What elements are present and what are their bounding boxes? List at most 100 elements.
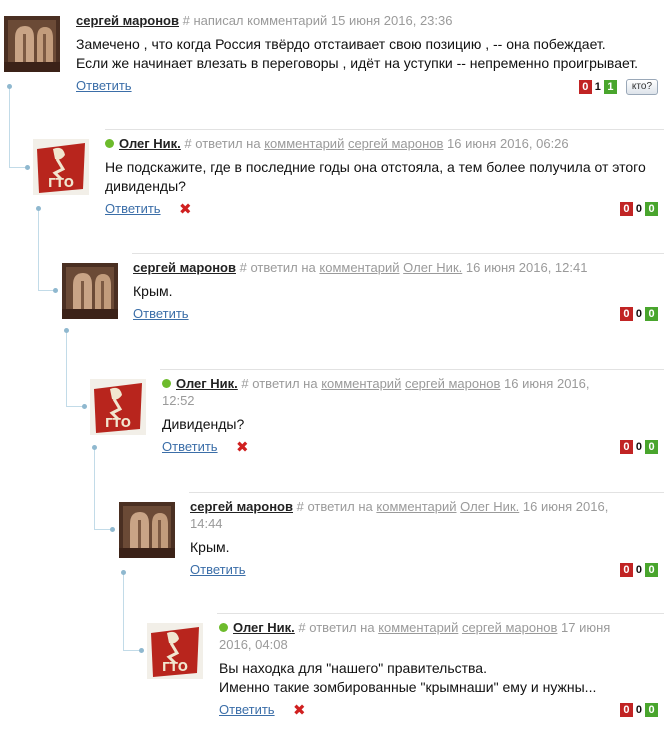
reply-link[interactable]: Ответить <box>219 702 275 717</box>
reply-link[interactable]: Ответить <box>105 201 161 216</box>
author-link[interactable]: Олег Ник. <box>233 620 295 635</box>
comment: ГТО Олег Ник. # ответил на комментарий с… <box>147 613 664 733</box>
vote-minus-button[interactable]: 0 <box>619 307 633 321</box>
avatar[interactable] <box>62 263 118 319</box>
permalink[interactable]: # <box>297 499 304 514</box>
parent-comment-link[interactable]: комментарий <box>264 136 344 151</box>
divider <box>160 369 664 370</box>
vote-count: 0 <box>635 441 642 453</box>
comment-text-line: Дивиденды? <box>162 416 245 432</box>
vote-minus-button[interactable]: 0 <box>619 202 633 216</box>
avatar[interactable]: ГТО <box>90 379 146 435</box>
comment-text-line: дивиденды? <box>105 178 186 194</box>
parent-comment-link[interactable]: комментарий <box>378 620 458 635</box>
comment-text: Дивиденды? <box>162 415 658 434</box>
comment-header: сергей маронов # ответил на комментарий … <box>190 498 658 532</box>
vote-box: 0 1 1 кто? <box>578 79 658 95</box>
comment-header: сергей маронов # ответил на комментарий … <box>133 259 658 276</box>
comment: ГТО Олег Ник. # ответил на комментарий с… <box>90 369 664 489</box>
svg-text:ГТО: ГТО <box>162 660 188 674</box>
author-link[interactable]: сергей маронов <box>190 499 293 514</box>
vote-plus-button[interactable]: 0 <box>645 703 658 717</box>
online-indicator-icon <box>162 379 171 388</box>
vote-box: 0 0 0 <box>619 307 658 321</box>
author-link[interactable]: Олег Ник. <box>176 376 238 391</box>
comment-date: 17 июня <box>561 620 611 635</box>
church-window-avatar-icon <box>62 263 118 319</box>
comment-text: Крым. <box>190 538 658 557</box>
vote-plus-button[interactable]: 0 <box>645 440 658 454</box>
vote-box: 0 0 0 <box>619 202 658 216</box>
delete-icon[interactable]: ✖ <box>179 200 192 218</box>
permalink[interactable]: # <box>183 13 190 28</box>
vote-count: 0 <box>635 704 642 716</box>
author-link[interactable]: сергей маронов <box>133 260 236 275</box>
parent-author-link[interactable]: сергей маронов <box>405 376 500 391</box>
vote-minus-button[interactable]: 0 <box>619 703 633 717</box>
parent-comment-link[interactable]: комментарий <box>319 260 399 275</box>
comment: сергей маронов # ответил на комментарий … <box>62 253 664 373</box>
reply-link[interactable]: Ответить <box>190 562 246 577</box>
comment-text-line: Крым. <box>133 283 173 299</box>
author-link[interactable]: сергей маронов <box>76 13 179 28</box>
comment-date-continued: 12:52 <box>162 393 195 408</box>
avatar[interactable] <box>4 16 60 72</box>
parent-author-link[interactable]: Олег Ник. <box>460 499 519 514</box>
reply-link[interactable]: Ответить <box>133 306 189 321</box>
vote-minus-button[interactable]: 0 <box>578 80 592 94</box>
reply-link[interactable]: Ответить <box>76 78 132 93</box>
comment-header: сергей маронов # написал комментарий 15 … <box>76 12 658 29</box>
reply-link[interactable]: Ответить <box>162 439 218 454</box>
vote-plus-button[interactable]: 0 <box>645 307 658 321</box>
comment-date: 16 июня 2016, 12:41 <box>465 260 588 275</box>
comment-header: Олег Ник. # ответил на комментарий серге… <box>162 375 658 409</box>
divider <box>217 613 664 614</box>
online-indicator-icon <box>105 139 114 148</box>
vote-plus-button[interactable]: 0 <box>645 563 658 577</box>
comment-text: Вы находка для "нашего" правительства. И… <box>219 659 658 697</box>
avatar[interactable] <box>119 502 175 558</box>
author-link[interactable]: Олег Ник. <box>119 136 181 151</box>
divider <box>189 492 664 493</box>
permalink[interactable]: # <box>241 376 248 391</box>
comment-text-line: Вы находка для "нашего" правительства. <box>219 660 487 676</box>
parent-author-link[interactable]: сергей маронов <box>348 136 443 151</box>
svg-text:ГТО: ГТО <box>105 416 131 430</box>
comment-date: 16 июня 2016, 06:26 <box>447 136 569 151</box>
thread-dot <box>53 288 58 293</box>
comment-text-line: Крым. <box>190 539 230 555</box>
comment: сергей маронов # написал комментарий 15 … <box>4 13 664 126</box>
church-window-avatar-icon <box>119 502 175 558</box>
avatar[interactable]: ГТО <box>147 623 203 679</box>
comment-text-line: Если же начинает влезать в переговоры , … <box>76 55 639 71</box>
svg-text:ГТО: ГТО <box>48 176 74 190</box>
comment-date-continued: 14:44 <box>190 516 223 531</box>
delete-icon[interactable]: ✖ <box>236 438 249 456</box>
vote-minus-button[interactable]: 0 <box>619 563 633 577</box>
vote-count: 0 <box>635 203 642 215</box>
delete-icon[interactable]: ✖ <box>293 701 306 719</box>
thread-dot <box>139 648 144 653</box>
comment-date-continued: 2016, 04:08 <box>219 637 288 652</box>
parent-comment-link[interactable]: комментарий <box>376 499 456 514</box>
vote-minus-button[interactable]: 0 <box>619 440 633 454</box>
comment: ГТО Олег Ник. # ответил на комментарий с… <box>33 129 664 249</box>
vote-plus-button[interactable]: 1 <box>603 80 617 94</box>
avatar[interactable]: ГТО <box>33 139 89 195</box>
parent-comment-link[interactable]: комментарий <box>321 376 401 391</box>
permalink[interactable]: # <box>184 136 191 151</box>
parent-author-link[interactable]: Олег Ник. <box>403 260 462 275</box>
action-text: ответил на <box>307 499 373 514</box>
permalink[interactable]: # <box>298 620 305 635</box>
comment-header: Олег Ник. # ответил на комментарий серге… <box>219 619 658 653</box>
comment-date: 16 июня 2016, <box>504 376 590 391</box>
action-text: ответил на <box>195 136 261 151</box>
action-text: написал комментарий <box>193 13 328 28</box>
church-window-avatar-icon <box>4 16 60 72</box>
parent-author-link[interactable]: сергей маронов <box>462 620 557 635</box>
who-voted-button[interactable]: кто? <box>625 79 658 95</box>
comment-text-line: Не подскажите, где в последние годы она … <box>105 159 646 175</box>
comment-text-line: Именно такие зомбированные "крымнаши" ем… <box>219 679 597 695</box>
permalink[interactable]: # <box>240 260 247 275</box>
vote-plus-button[interactable]: 0 <box>645 202 658 216</box>
